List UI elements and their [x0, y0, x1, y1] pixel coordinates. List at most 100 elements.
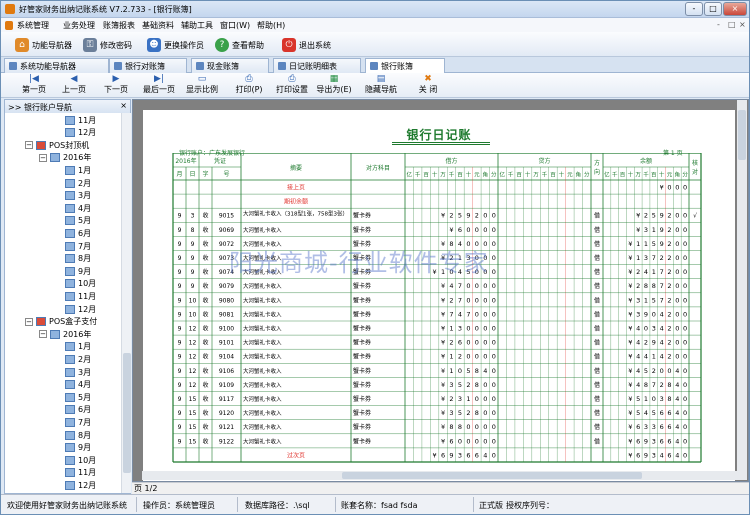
tree-month-item[interactable]: 9月: [65, 265, 91, 277]
tree-month-item[interactable]: 1月: [65, 164, 91, 176]
menu-reports[interactable]: 账簿报表: [103, 20, 135, 31]
navigator-close-button[interactable]: ×: [120, 101, 127, 110]
last-page-button[interactable]: ▶| 最后一页: [141, 74, 177, 97]
first-page-button[interactable]: |◀ 第一页: [19, 74, 49, 97]
close-window-button[interactable]: ×: [723, 2, 747, 16]
tree-month-item[interactable]: 12月: [65, 127, 96, 139]
tree-month-item[interactable]: 1月: [65, 341, 91, 353]
tree-year-item[interactable]: − 2016年: [39, 328, 91, 340]
tree-month-item[interactable]: 7月: [65, 416, 91, 428]
tree-scroll-thumb[interactable]: [123, 353, 131, 473]
report-vertical-scrollbar[interactable]: [737, 100, 747, 471]
home-icon: ⌂: [15, 38, 29, 52]
menu-window[interactable]: 窗口(W): [220, 20, 250, 31]
change-password-button[interactable]: ⚿ 修改密码: [83, 35, 132, 55]
header-check: 核: [692, 159, 698, 167]
minimize-button[interactable]: -: [685, 2, 703, 16]
cell-debit-digit: 7: [458, 282, 462, 290]
navigator-button[interactable]: ⌂ 功能导航器: [15, 35, 72, 55]
cell-month: 9: [178, 213, 182, 220]
tree-month-item[interactable]: 2月: [65, 353, 91, 365]
switch-operator-button[interactable]: ☻ 更换操作员: [147, 35, 204, 55]
tree-month-item[interactable]: 7月: [65, 240, 91, 252]
hide-navigation-button[interactable]: ▤ 隐藏导航: [364, 74, 398, 97]
calendar-icon: [65, 455, 75, 465]
export-label: 导出为(E): [316, 85, 352, 94]
cell-summary: 大河蟹礼卡收入: [243, 395, 282, 403]
tree-year-item[interactable]: − 2016年: [39, 152, 91, 164]
cell-debit-digit: 2: [449, 296, 453, 304]
tree-month-item[interactable]: 9月: [65, 442, 91, 454]
menu-help[interactable]: 帮助(H): [257, 20, 285, 31]
tree-month-item[interactable]: 6月: [65, 404, 91, 416]
tree-month-item[interactable]: 11月: [65, 467, 96, 479]
tree-month-item[interactable]: 4月: [65, 379, 91, 391]
tree-month-item[interactable]: 4月: [65, 202, 91, 214]
tree-item-label: 7月: [78, 417, 92, 427]
zoom-label: 显示比例: [186, 85, 218, 94]
tree-account-item[interactable]: − POS封顶机: [25, 139, 89, 151]
cell-debit-digit: 1: [466, 395, 470, 403]
cell-direction: 借: [594, 423, 600, 431]
exit-system-button[interactable]: ⏻ 退出系统: [282, 35, 331, 55]
cell-balance-digit: ¥: [628, 367, 632, 375]
tree-month-item[interactable]: 8月: [65, 429, 91, 441]
print-settings-button[interactable]: ⎙ 打印设置: [274, 74, 310, 97]
collapse-toggle-icon[interactable]: −: [39, 330, 47, 339]
prev-page-icon: ◀: [70, 74, 78, 84]
tree-month-item[interactable]: 6月: [65, 227, 91, 239]
tree-month-item[interactable]: 11月: [65, 290, 96, 302]
tab-bank-book[interactable]: 银行账簿: [365, 58, 445, 73]
cell-balance-digit: 4: [636, 367, 640, 375]
next-page-button[interactable]: ▶ 下一页: [101, 74, 131, 97]
tab-navigator[interactable]: 系统功能导航器: [4, 58, 109, 73]
inner-max-button[interactable]: □: [728, 20, 736, 29]
report-hscroll-thumb[interactable]: [342, 472, 642, 479]
cell-voucher-number: 9109: [219, 382, 234, 389]
menu-tools[interactable]: 辅助工具: [181, 20, 213, 31]
inner-min-button[interactable]: -: [717, 20, 720, 29]
tree-month-item[interactable]: 12月: [65, 303, 96, 315]
tree-month-item[interactable]: 3月: [65, 366, 91, 378]
tree-month-item[interactable]: 2月: [65, 177, 91, 189]
tree-month-item[interactable]: 10月: [65, 454, 96, 466]
prev-page-button[interactable]: ◀ 上一页: [59, 74, 89, 97]
cell-debit-digit: 3: [449, 381, 453, 389]
tree-month-item[interactable]: 8月: [65, 253, 91, 265]
status-divider: [237, 497, 238, 512]
tree-month-item[interactable]: 5月: [65, 391, 91, 403]
maximize-button[interactable]: □: [704, 2, 722, 16]
tab-bank-reconcile[interactable]: 银行对账簿: [109, 58, 187, 73]
tree-month-item[interactable]: 3月: [65, 190, 91, 202]
tree-account-item[interactable]: − POS盒子支付: [25, 316, 97, 328]
report-vscroll-thumb[interactable]: [738, 110, 746, 160]
zoom-button[interactable]: ▭ 显示比例: [184, 74, 220, 97]
calendar-icon: [65, 191, 75, 201]
collapse-toggle-icon[interactable]: −: [39, 153, 47, 162]
cell-balance-digit: ¥: [628, 310, 632, 318]
tree-month-item[interactable]: 5月: [65, 215, 91, 227]
tab-journal-detail[interactable]: 日记账明细表: [273, 58, 361, 73]
cell-summary: 期初余额: [284, 198, 308, 206]
inner-close-button[interactable]: ×: [739, 20, 746, 29]
tree-item-label: 2016年: [63, 329, 92, 339]
tree-item-label: 1月: [78, 342, 92, 352]
print-button[interactable]: ⎙ 打印(P): [233, 74, 265, 97]
tree-scrollbar[interactable]: [121, 113, 131, 493]
calendar-icon: [65, 266, 75, 276]
tab-cash-book[interactable]: 现金账簿: [191, 58, 269, 73]
tree-month-item[interactable]: 12月: [65, 479, 96, 491]
tree-month-item[interactable]: 10月: [65, 278, 96, 290]
close-report-button[interactable]: ✖ 关 闭: [414, 74, 442, 97]
export-button[interactable]: ▦ 导出为(E): [316, 74, 352, 97]
menu-basic-data[interactable]: 基础资料: [142, 20, 174, 31]
collapse-toggle-icon[interactable]: −: [25, 141, 33, 150]
tree-month-item[interactable]: 11月: [65, 114, 96, 126]
report-horizontal-scrollbar[interactable]: [142, 471, 747, 480]
collapse-toggle-icon[interactable]: −: [25, 317, 33, 326]
menu-business[interactable]: 业务处理: [63, 20, 95, 31]
help-button[interactable]: ? 查看帮助: [215, 35, 264, 55]
title-bar[interactable]: 好管家财务出纳记账系统 V7.2.733 - [银行账簿] - □ ×: [1, 1, 749, 18]
menu-system[interactable]: 系统管理: [17, 20, 49, 31]
collapse-icon[interactable]: >>: [8, 103, 24, 112]
